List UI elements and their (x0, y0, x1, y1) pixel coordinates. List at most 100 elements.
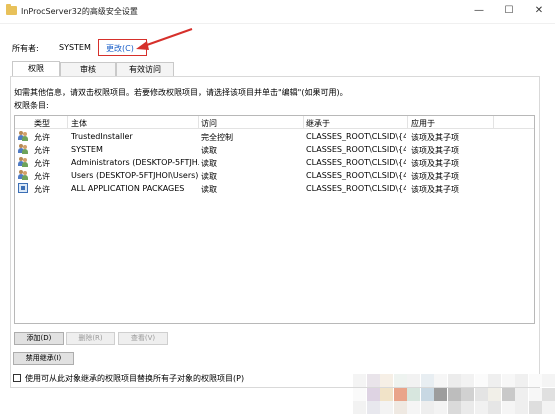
users-icon (18, 131, 28, 141)
disable-inheritance-button[interactable]: 禁用继承(I) (13, 352, 74, 365)
cell-type: 允许 (34, 185, 50, 194)
cell-inherited-from: CLASSES_ROOT\CLSID\{4... (306, 145, 406, 154)
mosaic-tile (501, 374, 515, 387)
cell-principal: ALL APPLICATION PACKAGES (71, 184, 185, 193)
header-inherited-from[interactable]: 继承于 (306, 118, 330, 129)
owner-label: 所有者: (12, 44, 39, 53)
mosaic-tile (542, 374, 555, 387)
mosaic-tile (407, 387, 420, 401)
close-button[interactable]: ✕ (524, 0, 554, 22)
mosaic-tile (488, 401, 501, 414)
mosaic-tile (488, 387, 501, 401)
mosaic-tile (420, 387, 434, 401)
title-bar: InProcServer32的高级安全设置 — ☐ ✕ (0, 0, 555, 24)
replace-child-permissions-label: 使用可从此对象继承的权限项目替换所有子对象的权限项目(P) (25, 374, 245, 383)
mosaic-tile (434, 387, 447, 401)
cell-applies-to: 该项及其子项 (411, 146, 459, 155)
maximize-button[interactable]: ☐ (494, 0, 524, 22)
users-icon (18, 170, 28, 180)
cell-access: 读取 (201, 159, 217, 168)
cell-inherited-from: CLASSES_ROOT\CLSID\{4... (306, 184, 406, 193)
mosaic-tile (380, 387, 393, 401)
cell-applies-to: 该项及其子项 (411, 133, 459, 142)
table-row[interactable]: 允许 Users (DESKTOP-5FTJHOI\Users) 读取 CLASSES… (15, 169, 534, 182)
mosaic-tile (474, 401, 488, 414)
mosaic-tile (501, 401, 515, 414)
mosaic-tile (515, 401, 528, 414)
window-title: InProcServer32的高级安全设置 (21, 7, 138, 16)
table-row[interactable]: 允许 SYSTEM 读取 CLASSES_ROOT\CLSID\{4... 该项及其子项 (15, 143, 534, 156)
mosaic-tile (353, 387, 366, 401)
table-row[interactable]: 允许 ALL APPLICATION PACKAGES 读取 CLASSES_ROOT… (15, 182, 534, 195)
mosaic-tile (447, 374, 461, 387)
cell-inherited-from: CLASSES_ROOT\CLSID\{4... (306, 132, 406, 141)
column-divider[interactable] (198, 116, 199, 129)
cell-applies-to: 该项及其子项 (411, 159, 459, 168)
cell-inherited-from: CLASSES_ROOT\CLSID\{4... (306, 158, 406, 167)
tab-effective-access[interactable]: 有效访问 (116, 62, 174, 76)
cell-principal: Users (DESKTOP-5FTJHOI\Users) (71, 171, 199, 180)
header-principal[interactable]: 主体 (71, 118, 87, 129)
cell-type: 允许 (34, 159, 50, 168)
replace-child-permissions-checkbox[interactable] (13, 374, 21, 382)
header-type[interactable]: 类型 (34, 118, 50, 129)
mosaic-tile (515, 387, 528, 401)
mosaic-tile (366, 401, 380, 414)
cell-principal: TrustedInstaller (71, 132, 133, 141)
entries-label: 权限条目: (14, 101, 49, 110)
mosaic-tile (393, 387, 407, 401)
cell-type: 允许 (34, 172, 50, 181)
mosaic-tile (407, 401, 420, 414)
package-icon (18, 183, 28, 193)
mosaic-tile (461, 401, 474, 414)
column-divider[interactable] (303, 116, 304, 129)
mosaic-tile (420, 374, 434, 387)
mosaic-tile (474, 374, 488, 387)
header-applies-to[interactable]: 应用于 (411, 118, 435, 129)
mosaic-tile (353, 401, 366, 414)
mosaic-tile (434, 374, 447, 387)
cell-type: 允许 (34, 133, 50, 142)
mosaic-tile (353, 374, 366, 387)
column-divider[interactable] (493, 116, 494, 129)
cell-principal: SYSTEM (71, 145, 103, 154)
permission-entries-list[interactable]: 类型 主体 访问 继承于 应用于 允许 TrustedInstaller 完全控制 C… (14, 115, 535, 324)
cell-principal: Administrators (DESKTOP-5FTJH... (71, 158, 199, 167)
view-button[interactable]: 查看(V) (118, 332, 168, 345)
mosaic-tile (434, 401, 447, 414)
table-row[interactable]: 允许 Administrators (DESKTOP-5FTJH... 读取 CLAS… (15, 156, 534, 169)
list-header: 类型 主体 访问 继承于 应用于 (15, 116, 534, 129)
column-divider[interactable] (407, 116, 408, 129)
mosaic-tile (366, 374, 380, 387)
mosaic-tile (542, 387, 555, 401)
mosaic-tile (407, 374, 420, 387)
mosaic-tile (501, 387, 515, 401)
mosaic-tile (461, 374, 474, 387)
mosaic-tile (393, 401, 407, 414)
mosaic-tile (528, 387, 542, 401)
users-icon (18, 144, 28, 154)
cell-applies-to: 该项及其子项 (411, 185, 459, 194)
cell-access: 读取 (201, 146, 217, 155)
header-access[interactable]: 访问 (201, 118, 217, 129)
hint-text: 如需其他信息，请双击权限项目。若要修改权限项目，请选择该项目并单击"编辑"(如果… (14, 88, 348, 97)
minimize-button[interactable]: — (464, 0, 494, 22)
mosaic-tile (366, 387, 380, 401)
users-icon (18, 157, 28, 167)
tab-auditing[interactable]: 审核 (60, 62, 116, 76)
mosaic-tile (447, 401, 461, 414)
tab-permissions[interactable]: 权限 (12, 61, 60, 76)
add-button[interactable]: 添加(D) (14, 332, 64, 345)
table-row[interactable]: 允许 TrustedInstaller 完全控制 CLASSES_ROOT\CLSID… (15, 130, 534, 143)
annotation-arrow (136, 28, 193, 50)
mosaic-tile (474, 387, 488, 401)
remove-button[interactable]: 删除(R) (66, 332, 115, 345)
owner-value: SYSTEM (59, 43, 91, 52)
mosaic-tile (380, 374, 393, 387)
column-divider[interactable] (67, 116, 68, 129)
mosaic-tile (380, 401, 393, 414)
cell-access: 完全控制 (201, 133, 233, 142)
cell-access: 读取 (201, 172, 217, 181)
cell-type: 允许 (34, 146, 50, 155)
mosaic-tile (447, 387, 461, 401)
